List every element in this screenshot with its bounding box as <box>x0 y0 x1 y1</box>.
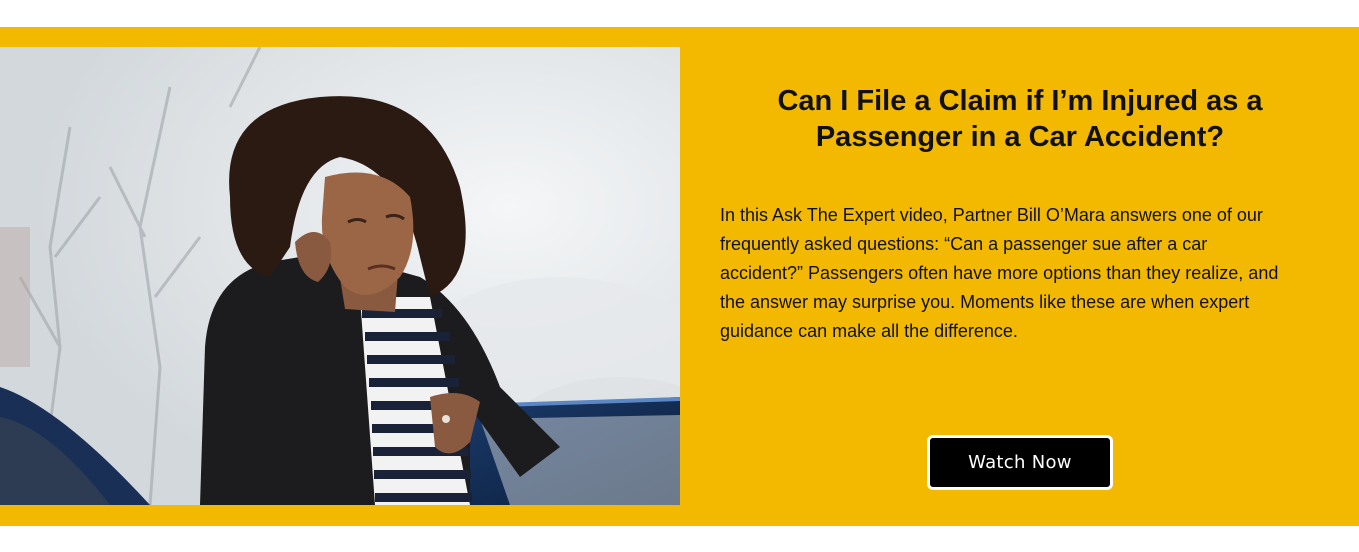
description: In this Ask The Expert video, Partner Bi… <box>720 205 1279 341</box>
promo-banner: Can I File a Claim if I’m Injured as a P… <box>0 27 1359 526</box>
hero-photo <box>0 47 680 505</box>
headline: Can I File a Claim if I’m Injured as a P… <box>777 85 1263 153</box>
watch-now-button[interactable]: Watch Now <box>927 435 1113 490</box>
content-panel: Can I File a Claim if I’m Injured as a P… <box>720 27 1320 526</box>
